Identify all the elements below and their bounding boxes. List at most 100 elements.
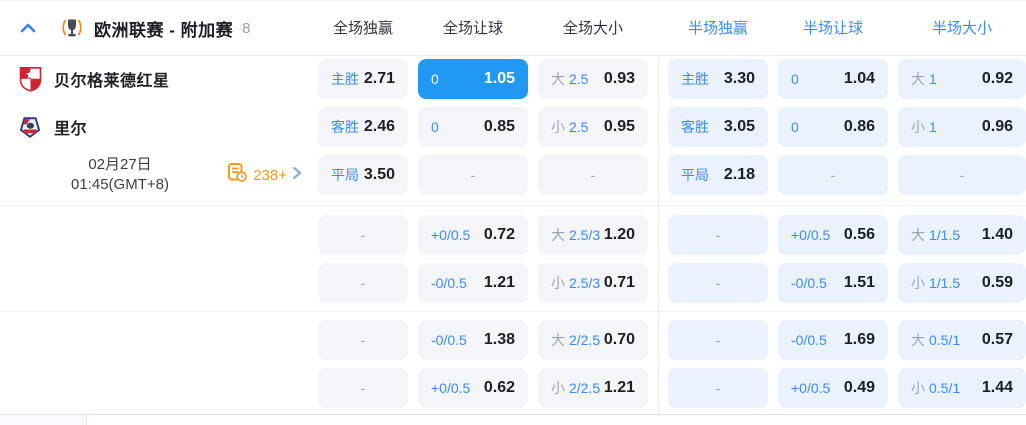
collapse-league-button[interactable] bbox=[15, 16, 41, 42]
column-header-5[interactable]: 半场大小 bbox=[898, 1, 1026, 56]
odds-cell-empty: - bbox=[668, 368, 768, 408]
over-under-side: 小 bbox=[551, 119, 565, 135]
odds-cell[interactable]: 大 0.5/1 0.57 bbox=[898, 320, 1026, 360]
odds-cell[interactable]: 小 1 0.96 bbox=[898, 107, 1026, 147]
odds-value: 2.71 bbox=[363, 70, 395, 87]
chevron-right-icon bbox=[292, 166, 302, 185]
odds-cell-empty: - bbox=[538, 155, 648, 195]
away-team-name: 里尔 bbox=[54, 121, 88, 138]
over-under-line: 1/1.5 bbox=[929, 227, 961, 243]
over-under-line: 0.5/1 bbox=[929, 380, 961, 396]
odds-label: +0/0.5 bbox=[791, 227, 831, 243]
home-team-row[interactable]: 贝尔格莱德红星 bbox=[0, 59, 318, 99]
odds-label: 0 bbox=[431, 119, 439, 135]
odds-cell[interactable]: 主胜 3.30 bbox=[668, 59, 768, 99]
away-team-row[interactable]: 里尔 bbox=[0, 107, 318, 147]
odds-cell[interactable]: 小 2.5/3 0.71 bbox=[538, 263, 648, 303]
odds-cell-empty: - bbox=[778, 155, 888, 195]
more-markets-button[interactable]: 238+ bbox=[228, 155, 302, 195]
odds-label: 大 2.5/3 bbox=[551, 225, 600, 245]
odds-value: 1.21 bbox=[483, 274, 515, 291]
odds-cell-empty: - bbox=[318, 263, 408, 303]
odds-value: 3.05 bbox=[723, 118, 755, 135]
odds-label: 小1 bbox=[911, 117, 937, 137]
odds-value: 0.93 bbox=[603, 70, 635, 87]
odds-value: 1.40 bbox=[981, 226, 1013, 243]
over-under-side: 小 bbox=[911, 275, 925, 291]
over-under-line: 2.5/3 bbox=[569, 227, 601, 243]
odds-value: 3.50 bbox=[363, 166, 395, 183]
odds-cell[interactable]: 主胜 2.71 bbox=[318, 59, 408, 99]
market-column-headers: 全场独赢 全场让球 全场大小 半场独赢 半场让球 半场大小 bbox=[318, 1, 1026, 56]
odds-cell[interactable]: 0 1.05 bbox=[418, 59, 528, 99]
odds-cell[interactable]: 平局 2.18 bbox=[668, 155, 768, 195]
match-date: 02月27日 bbox=[88, 156, 152, 173]
over-under-side: 大 bbox=[551, 332, 565, 348]
odds-cell[interactable]: 小 2/2.5 1.21 bbox=[538, 368, 648, 408]
column-header-2[interactable]: 全场大小 bbox=[538, 1, 648, 56]
markets-list-clock-icon bbox=[228, 163, 248, 187]
no-odds-placeholder: - bbox=[360, 380, 366, 396]
odds-cell[interactable]: 小 2.5 0.95 bbox=[538, 107, 648, 147]
odds-label: 客胜 bbox=[681, 119, 709, 135]
over-under-side: 大 bbox=[551, 227, 565, 243]
over-under-side: 大 bbox=[911, 227, 925, 243]
column-header-1[interactable]: 全场让球 bbox=[418, 1, 528, 56]
over-under-line: 2.5 bbox=[569, 71, 589, 87]
odds-cell[interactable]: +0/0.5 0.62 bbox=[418, 368, 528, 408]
odds-label: 客胜 bbox=[331, 119, 359, 135]
odds-value: 0.95 bbox=[603, 118, 635, 135]
odds-value: 0.62 bbox=[483, 379, 515, 396]
column-header-0[interactable]: 全场独赢 bbox=[318, 1, 408, 56]
odds-cell[interactable]: 客胜 2.46 bbox=[318, 107, 408, 147]
next-section-partial-row bbox=[0, 414, 1026, 425]
no-odds-placeholder: - bbox=[715, 275, 721, 291]
odds-label: 小 1/1.5 bbox=[911, 273, 960, 293]
odds-cell[interactable]: -0/0.5 1.51 bbox=[778, 263, 888, 303]
league-header: 欧洲联赛 - 附加赛 8 全场独赢 全场让球 全场大小 半场独赢 半场让球 半场大小 bbox=[0, 1, 1026, 56]
odds-label: -0/0.5 bbox=[431, 332, 467, 348]
odds-cell[interactable]: 0 1.04 bbox=[778, 59, 888, 99]
odds-cell[interactable]: 小 1/1.5 0.59 bbox=[898, 263, 1026, 303]
over-under-side: 大 bbox=[911, 71, 925, 87]
no-odds-placeholder: - bbox=[590, 167, 596, 183]
column-header-3[interactable]: 半场独赢 bbox=[668, 1, 768, 56]
odds-cell[interactable]: 0 0.86 bbox=[778, 107, 888, 147]
odds-label: +0/0.5 bbox=[791, 380, 831, 396]
odds-value: 0.72 bbox=[483, 226, 515, 243]
odds-cell[interactable]: 大 2.5/3 1.20 bbox=[538, 215, 648, 255]
odds-cell[interactable]: -0/0.5 1.38 bbox=[418, 320, 528, 360]
odds-cell[interactable]: 客胜 3.05 bbox=[668, 107, 768, 147]
next-section-left-cell bbox=[0, 415, 87, 425]
odds-cell[interactable]: +0/0.5 0.72 bbox=[418, 215, 528, 255]
odds-cell[interactable]: 平局 3.50 bbox=[318, 155, 408, 195]
odds-cell[interactable]: -0/0.5 1.21 bbox=[418, 263, 528, 303]
odds-label: 小 2/2.5 bbox=[551, 378, 600, 398]
odds-row-3: - +0/0.5 0.72 大 2.5/3 1.20- +0/0.5 0.56 大 1/1.5 1.… bbox=[318, 215, 1026, 255]
odds-value: 1.51 bbox=[843, 274, 875, 291]
odds-panel: 欧洲联赛 - 附加赛 8 全场独赢 全场让球 全场大小 半场独赢 半场让球 半场大小 贝尔… bbox=[0, 0, 1026, 425]
odds-label: 小 0.5/1 bbox=[911, 378, 960, 398]
odds-cell[interactable]: 0 0.85 bbox=[418, 107, 528, 147]
odds-value: 1.69 bbox=[843, 331, 875, 348]
odds-cell[interactable]: 小 0.5/1 1.44 bbox=[898, 368, 1026, 408]
odds-value: 0.49 bbox=[843, 379, 875, 396]
odds-cell[interactable]: +0/0.5 0.56 bbox=[778, 215, 888, 255]
odds-label: +0/0.5 bbox=[431, 227, 471, 243]
odds-cell[interactable]: -0/0.5 1.69 bbox=[778, 320, 888, 360]
red-star-belgrade-crest bbox=[17, 66, 43, 92]
odds-cell[interactable]: 大 2.5 0.93 bbox=[538, 59, 648, 99]
odds-cell[interactable]: 大 1 0.92 bbox=[898, 59, 1026, 99]
over-under-side: 小 bbox=[551, 275, 565, 291]
league-match-count: 8 bbox=[242, 20, 251, 37]
odds-cell[interactable]: 大 2/2.5 0.70 bbox=[538, 320, 648, 360]
odds-row-0: 主胜 2.71 0 1.05 大 2.5 0.93 主胜 3.30 0 1.04 大 1 0.92 bbox=[318, 59, 1026, 99]
over-under-side: 小 bbox=[911, 380, 925, 396]
match-meta-row: 02月27日 01:45(GMT+8) 238+ bbox=[0, 155, 318, 195]
odds-cell[interactable]: 大 1/1.5 1.40 bbox=[898, 215, 1026, 255]
odds-label: -0/0.5 bbox=[791, 332, 827, 348]
odds-cell[interactable]: +0/0.5 0.49 bbox=[778, 368, 888, 408]
column-header-4[interactable]: 半场让球 bbox=[778, 1, 888, 56]
more-markets-count: 238+ bbox=[253, 166, 287, 184]
odds-label: 平局 bbox=[331, 167, 359, 183]
